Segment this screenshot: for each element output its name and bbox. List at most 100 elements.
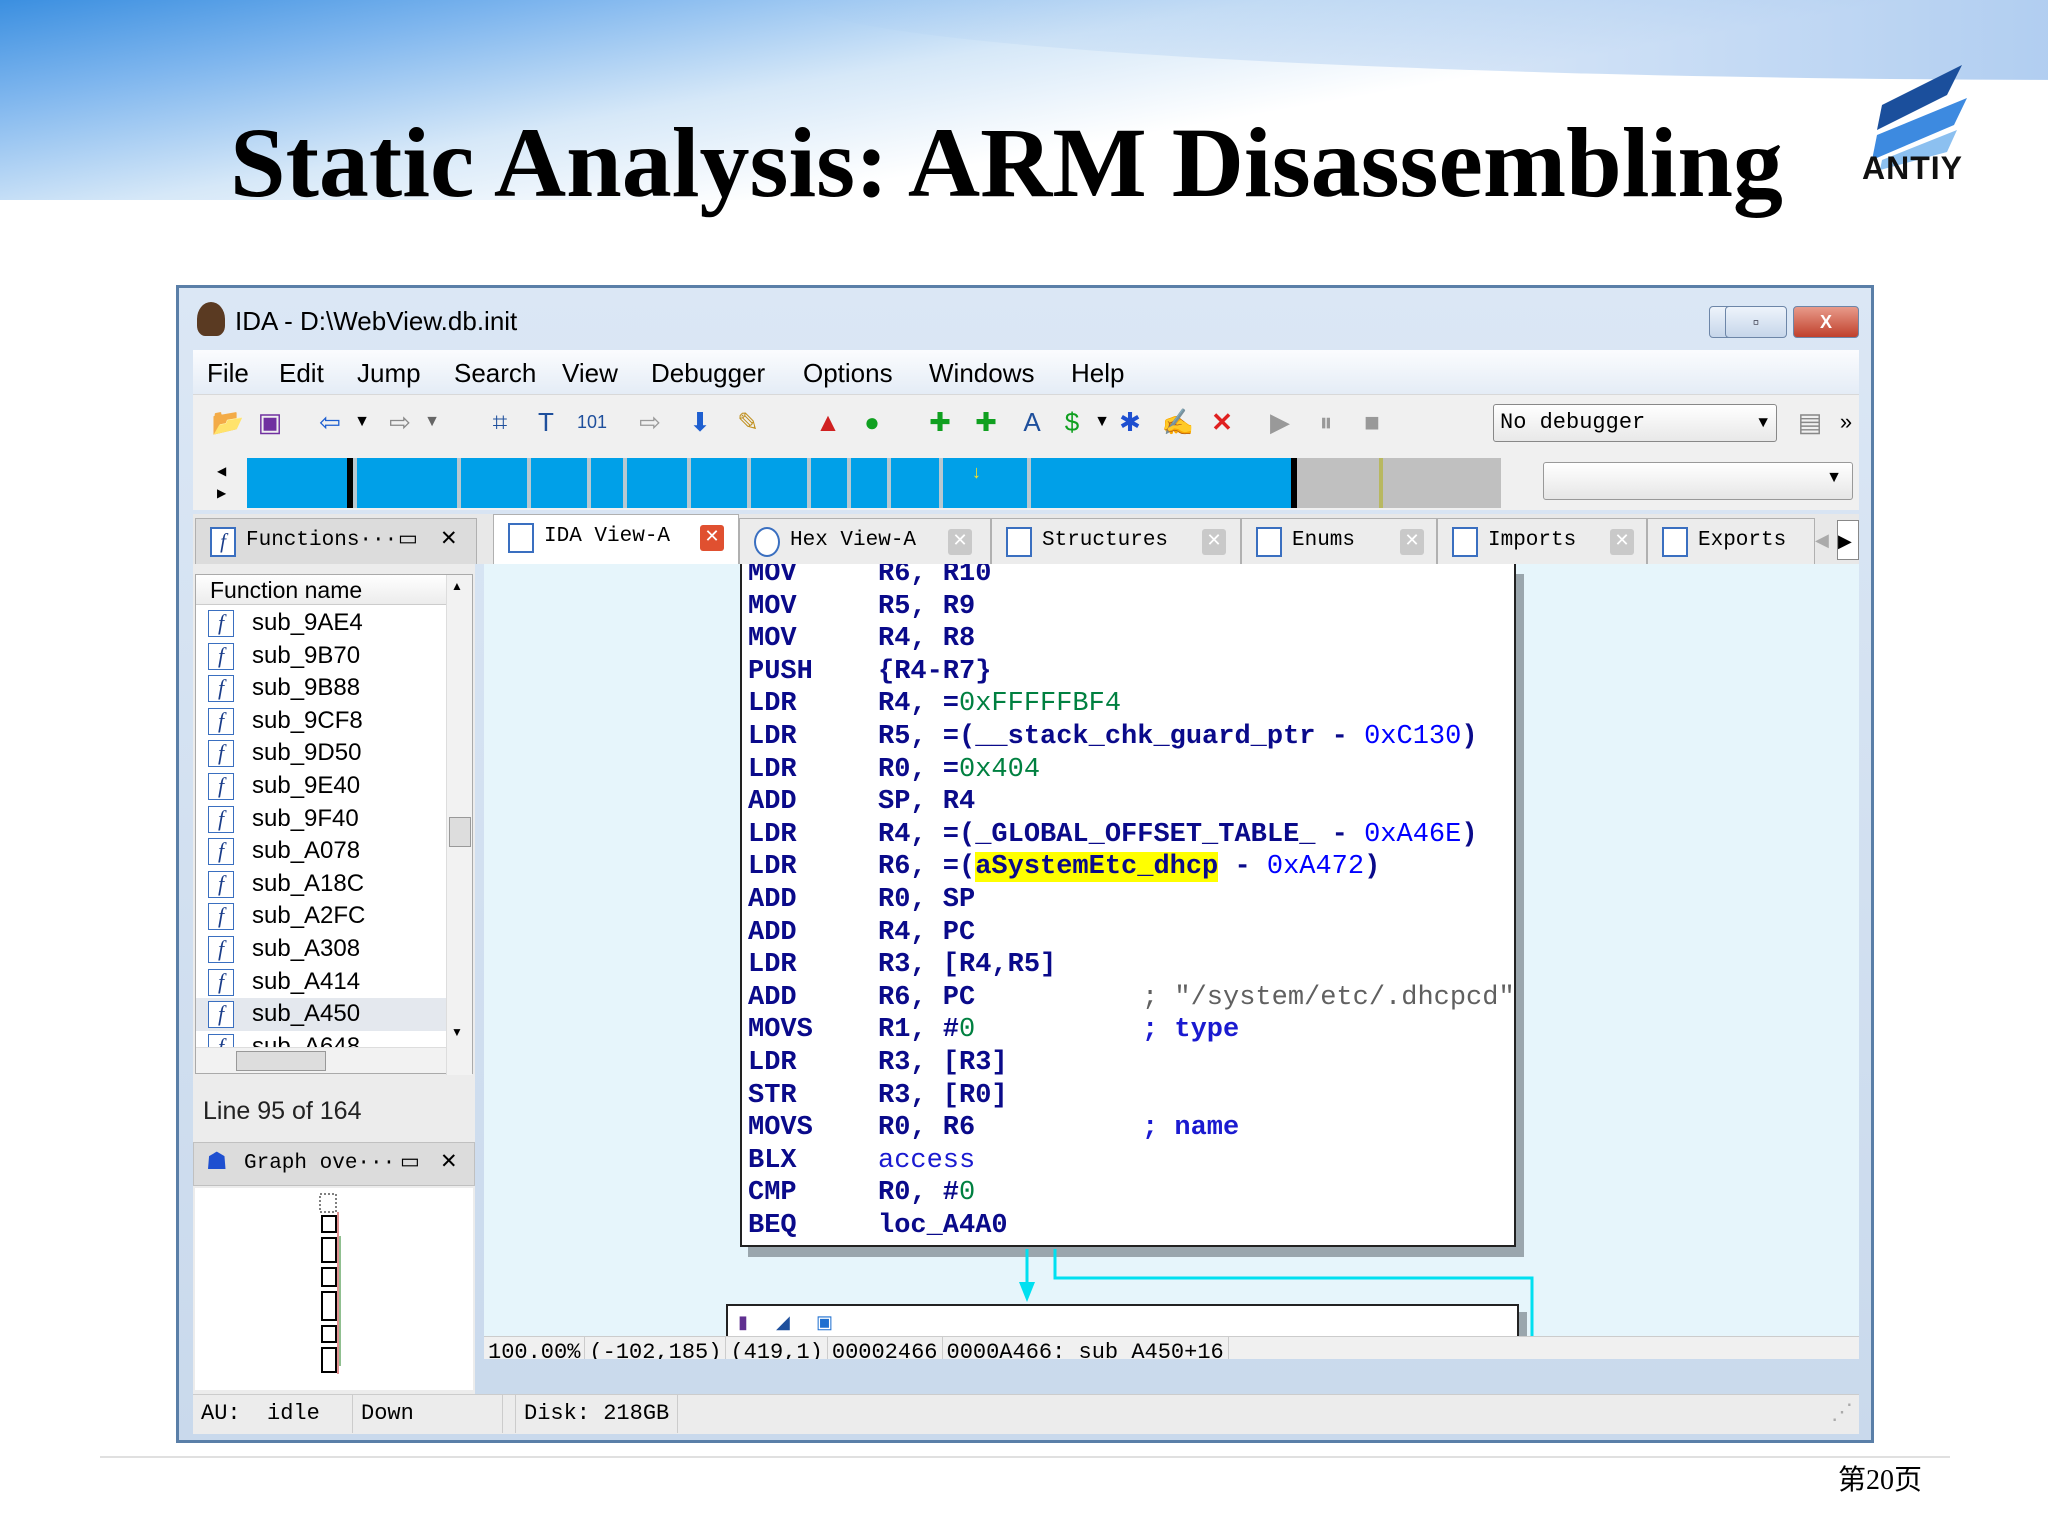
function-icon: f: [208, 936, 234, 963]
close-icon[interactable]: ✕: [1400, 529, 1424, 555]
menu-help[interactable]: Help: [1071, 358, 1124, 389]
play-icon[interactable]: ▶: [1263, 405, 1297, 439]
search-hex-icon[interactable]: ⌗: [483, 405, 517, 439]
function-list-item[interactable]: f sub_9D50: [196, 737, 446, 770]
make-string-icon[interactable]: $: [1055, 405, 1089, 439]
function-list-item[interactable]: f sub_9AE4: [196, 607, 446, 640]
back-dropdown-icon[interactable]: ▼: [345, 405, 379, 439]
graph-view[interactable]: MOV R6, R10 MOV R5, R9 MOV R4, R8 PUSH {R4-R7} L…: [484, 564, 1859, 1359]
debugger-select[interactable]: No debugger ▼: [1493, 404, 1777, 442]
function-list-item[interactable]: f sub_A450: [196, 998, 446, 1031]
tab-imports[interactable]: Imports ✕: [1437, 518, 1647, 564]
function-list-item[interactable]: f sub_A308: [196, 933, 446, 966]
function-name: sub_9B88: [252, 674, 361, 702]
pause-icon[interactable]: ⏸: [1309, 405, 1343, 439]
ida-app-icon: [197, 302, 225, 336]
function-list-item[interactable]: f sub_9E40: [196, 770, 446, 803]
scroll-thumb[interactable]: [449, 817, 471, 847]
menu-file[interactable]: File: [207, 358, 249, 389]
resize-grip-icon[interactable]: ⋰: [1831, 1395, 1853, 1433]
stop-icon[interactable]: ■: [1355, 405, 1389, 439]
tab-structures[interactable]: Structures ✕: [991, 518, 1241, 564]
name-edit-icon[interactable]: ✎: [731, 405, 765, 439]
menu-view[interactable]: View: [562, 358, 618, 389]
function-list-item[interactable]: f sub_A078: [196, 835, 446, 868]
menu-debugger[interactable]: Debugger: [651, 358, 765, 389]
function-list-item[interactable]: f sub_9B70: [196, 640, 446, 673]
scroll-up-icon[interactable]: ▲: [451, 579, 463, 593]
edit-icon[interactable]: ✍: [1161, 405, 1195, 439]
save-icon[interactable]: ▣: [253, 405, 287, 439]
nav-scroll-arrows[interactable]: ◀ ▶: [217, 460, 226, 504]
maximize-button[interactable]: ▫: [1725, 306, 1787, 338]
green-circle-icon[interactable]: ●: [855, 405, 889, 439]
disk-status: Disk: 218GB: [515, 1395, 679, 1433]
function-icon: f: [208, 707, 234, 735]
make-code-icon[interactable]: ✚: [923, 405, 957, 439]
tab-hex-view-a[interactable]: Hex View-A ✕: [739, 518, 991, 564]
function-list-item[interactable]: f sub_A414: [196, 966, 446, 999]
tab-enums[interactable]: Enums ✕: [1241, 518, 1437, 564]
graph-status-field: (419,1): [726, 1337, 828, 1359]
float-icon[interactable]: ▭: [400, 1143, 420, 1185]
tab-ida-view-a[interactable]: IDA View-A ✕: [493, 514, 739, 564]
status-bar: AU: idle Down Disk: 218GB ⋰: [193, 1394, 1859, 1434]
close-icon[interactable]: ✕: [1202, 529, 1226, 555]
column-header-function-name[interactable]: Function name: [196, 575, 446, 605]
forward-icon[interactable]: ⇨: [383, 405, 417, 439]
function-list-item[interactable]: f sub_9B88: [196, 672, 446, 705]
make-array-icon[interactable]: ✱: [1113, 405, 1147, 439]
function-icon: f: [208, 675, 234, 703]
menu-bar: File Edit Jump Search View Debugger Opti…: [193, 350, 1859, 394]
function-list-item[interactable]: f sub_9CF8: [196, 705, 446, 738]
warning-icon[interactable]: ▲: [811, 405, 845, 439]
navigation-band[interactable]: ↓: [247, 458, 1501, 508]
horizontal-scrollbar[interactable]: [196, 1047, 446, 1073]
hex-icon: [754, 527, 780, 557]
search-binary-icon[interactable]: 101: [575, 405, 609, 439]
tab-exports[interactable]: Exports: [1647, 518, 1815, 564]
open-icon[interactable]: 📂: [211, 405, 245, 439]
close-icon[interactable]: ✕: [700, 525, 724, 551]
make-data-icon[interactable]: ✚: [969, 405, 1003, 439]
group-icon[interactable]: ▣: [816, 1312, 833, 1333]
tab-functions[interactable]: f Functions··· ▭ ✕: [195, 518, 477, 564]
panel-icon[interactable]: ▤: [1793, 405, 1827, 439]
menu-search[interactable]: Search: [454, 358, 536, 389]
toolbar-overflow[interactable]: »: [1829, 405, 1863, 439]
float-icon[interactable]: ▭: [398, 519, 418, 563]
scroll-thumb[interactable]: [236, 1051, 326, 1071]
chart-icon[interactable]: ◢: [776, 1312, 790, 1333]
menu-options[interactable]: Options: [803, 358, 893, 389]
color-icon[interactable]: ▮: [738, 1312, 748, 1333]
search-text-icon[interactable]: T: [529, 405, 563, 439]
graph-status-bar: 100.00% (-102,185) (419,1) 00002466 0000A466…: [484, 1336, 1859, 1359]
function-list-item[interactable]: f sub_9F40: [196, 803, 446, 836]
close-button[interactable]: X: [1793, 306, 1859, 338]
search-next-icon[interactable]: ⇨: [633, 405, 667, 439]
close-icon[interactable]: ✕: [440, 519, 458, 563]
function-icon: f: [208, 610, 234, 637]
scroll-down-icon[interactable]: ▼: [451, 1025, 463, 1039]
menu-windows[interactable]: Windows: [929, 358, 1034, 389]
tab-scroll-right[interactable]: ▶: [1837, 520, 1859, 560]
close-icon[interactable]: ✕: [948, 529, 972, 555]
external-segment: [1295, 458, 1501, 508]
make-ascii-icon[interactable]: A: [1015, 405, 1049, 439]
function-list-item[interactable]: f sub_A18C: [196, 868, 446, 901]
forward-dropdown-icon[interactable]: ▼: [415, 405, 449, 439]
jump-down-icon[interactable]: ⬇: [683, 405, 717, 439]
vertical-scrollbar[interactable]: ▲ ▼: [446, 575, 472, 1075]
menu-jump[interactable]: Jump: [357, 358, 421, 389]
segment-select[interactable]: ▼: [1543, 462, 1853, 500]
tab-scroll-left[interactable]: ◀: [1815, 520, 1837, 560]
back-icon[interactable]: ⇦: [313, 405, 347, 439]
close-icon[interactable]: ✕: [440, 1143, 458, 1185]
close-icon[interactable]: ✕: [1610, 529, 1634, 555]
function-list-item[interactable]: f sub_A2FC: [196, 900, 446, 933]
undefine-icon[interactable]: ✕: [1205, 405, 1239, 439]
function-name: sub_9AE4: [252, 609, 363, 636]
graph-overview[interactable]: [195, 1188, 473, 1390]
menu-edit[interactable]: Edit: [279, 358, 324, 389]
title-bar[interactable]: IDA - D:\WebView.db.init –: [179, 288, 1871, 346]
